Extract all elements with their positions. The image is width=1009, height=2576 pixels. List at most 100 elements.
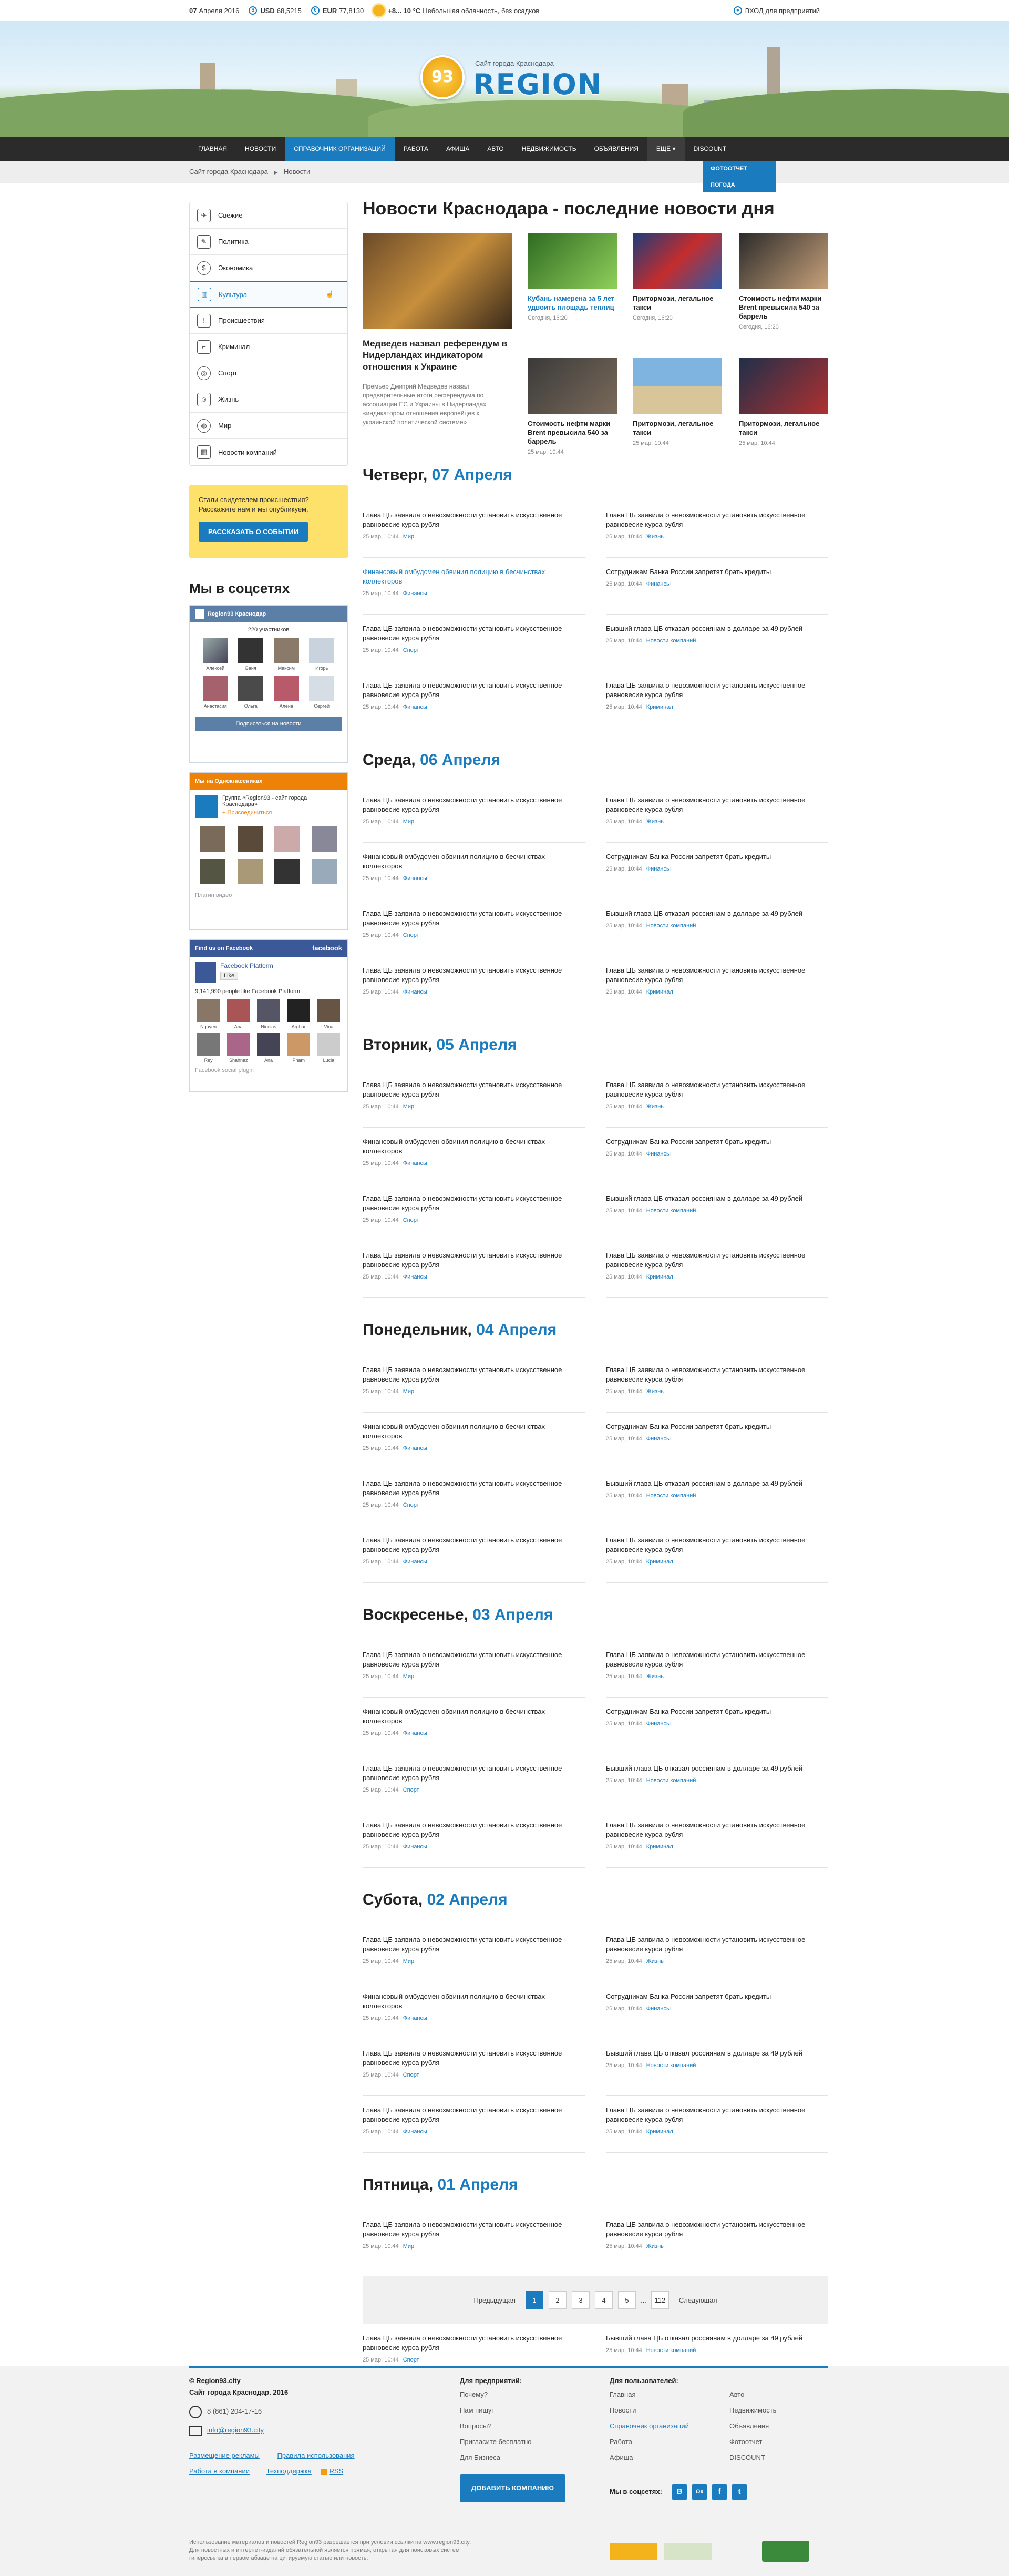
footer-user-link[interactable]: Главная — [610, 2387, 730, 2403]
pager-page-last[interactable]: 112 — [651, 2291, 669, 2309]
news-category-link[interactable]: Новости компаний — [646, 1493, 696, 1499]
news-category-link[interactable]: Спорт — [403, 1217, 419, 1223]
rubric-company-news[interactable]: ▦ Новости компаний — [190, 439, 347, 465]
news-title[interactable]: Глава ЦБ заявила о невозможности установ… — [606, 1251, 828, 1270]
vk-member[interactable]: Алексей — [200, 638, 231, 671]
rubric-culture[interactable]: ▥ Культура ☝ — [190, 281, 347, 308]
twitter-icon[interactable]: t — [731, 2484, 747, 2500]
rubric-crime[interactable]: ⌐ Криминал — [190, 334, 347, 360]
news-title[interactable]: Глава ЦБ заявила о невозможности установ… — [606, 1935, 828, 1954]
news-item[interactable]: Сотрудникам Банка России запретят брать … — [606, 843, 828, 899]
news-category-link[interactable]: Криминал — [646, 989, 673, 995]
ok-member[interactable] — [234, 859, 266, 886]
vk-subscribe-button[interactable]: Подписаться на новости — [195, 717, 342, 731]
dropdown-weather[interactable]: ПОГОДА — [703, 177, 776, 192]
news-title[interactable]: Сотрудникам Банка России запретят брать … — [606, 1992, 828, 2001]
news-category-link[interactable]: Мир — [403, 819, 414, 825]
news-title[interactable]: Сотрудникам Банка России запретят брать … — [606, 1422, 828, 1432]
news-item[interactable]: Финансовый омбудсмен обвинил полицию в б… — [363, 1128, 585, 1184]
news-title[interactable]: Бывший глава ЦБ отказал россиянам в долл… — [606, 909, 828, 918]
news-title[interactable]: Бывший глава ЦБ отказал россиянам в долл… — [606, 1194, 828, 1203]
news-item[interactable]: Финансовый омбудсмен обвинил полицию в б… — [363, 1413, 585, 1469]
news-item[interactable]: Глава ЦБ заявила о невозможности установ… — [363, 671, 585, 728]
news-category-link[interactable]: Новости компаний — [646, 638, 696, 644]
news-title[interactable]: Финансовый омбудсмен обвинил полицию в б… — [363, 1137, 585, 1156]
news-item[interactable]: Глава ЦБ заявила о невозможности установ… — [606, 1526, 828, 1583]
vk-member[interactable]: Сергей — [307, 676, 337, 709]
news-category-link[interactable]: Финансы — [403, 875, 427, 882]
news-category-link[interactable]: Криминал — [646, 2129, 673, 2135]
ok-member[interactable] — [271, 859, 303, 886]
footer-biz-link[interactable]: Вопросы? — [460, 2418, 586, 2434]
news-category-link[interactable]: Финансы — [403, 2129, 427, 2135]
news-title[interactable]: Глава ЦБ заявила о невозможности установ… — [606, 795, 828, 814]
nav-auto[interactable]: АВТО — [478, 137, 512, 161]
news-item[interactable]: Глава ЦБ заявила о невозможности установ… — [363, 1356, 585, 1413]
rubric-politics[interactable]: ✎ Политика — [190, 229, 347, 255]
news-category-link[interactable]: Мир — [403, 2243, 414, 2250]
news-category-link[interactable]: Криминал — [646, 1274, 673, 1280]
fb-fan[interactable]: Rey — [195, 1033, 222, 1063]
ok-member[interactable] — [308, 826, 341, 854]
featured-small-article[interactable]: Кубань намерена за 5 лет удвоить площадь… — [528, 233, 617, 321]
news-category-link[interactable]: Мир — [403, 534, 414, 540]
news-title[interactable]: Глава ЦБ заявила о невозможности установ… — [363, 795, 585, 814]
news-title[interactable]: Глава ЦБ заявила о невозможности установ… — [363, 510, 585, 529]
news-title[interactable]: Глава ЦБ заявила о невозможности установ… — [363, 1821, 585, 1839]
news-category-link[interactable]: Жизнь — [646, 2243, 664, 2250]
news-title[interactable]: Сотрудникам Банка России запретят брать … — [606, 1707, 828, 1716]
nav-ads[interactable]: ОБЪЯВЛЕНИЯ — [585, 137, 647, 161]
featured-main-article[interactable]: Медведев назвал референдум в Нидерландах… — [363, 233, 512, 427]
news-title[interactable]: Глава ЦБ заявила о невозможности установ… — [363, 1251, 585, 1270]
news-category-link[interactable]: Мир — [403, 1958, 414, 1965]
news-title[interactable]: Бывший глава ЦБ отказал россиянам в долл… — [606, 2049, 828, 2058]
fb-like-button[interactable]: Like — [220, 972, 239, 980]
news-category-link[interactable]: Жизнь — [646, 1388, 664, 1395]
news-category-link[interactable]: Новости компаний — [646, 1208, 696, 1214]
rubric-incidents[interactable]: ! Происшествия — [190, 308, 347, 334]
news-item[interactable]: Сотрудникам Банка России запретят брать … — [606, 1982, 828, 2039]
news-item[interactable]: Сотрудникам Банка России запретят брать … — [606, 1698, 828, 1754]
news-title[interactable]: Глава ЦБ заявила о невозможности установ… — [363, 2049, 585, 2068]
news-item[interactable]: Бывший глава ЦБ отказал россиянам в долл… — [606, 1754, 828, 1811]
footer-link-jobs[interactable]: Работа в компании — [189, 2467, 250, 2475]
news-category-link[interactable]: Спорт — [403, 2072, 419, 2078]
footer-user-link[interactable]: Справочник организаций — [610, 2418, 730, 2434]
news-category-link[interactable]: Финансы — [403, 1844, 427, 1850]
news-category-link[interactable]: Финансы — [646, 866, 671, 872]
news-category-link[interactable]: Криминал — [646, 1844, 673, 1850]
footer-user-link[interactable]: Объявления — [729, 2418, 824, 2434]
nav-events[interactable]: АФИША — [437, 137, 478, 161]
news-title[interactable]: Бывший глава ЦБ отказал россиянам в долл… — [606, 2334, 828, 2343]
news-title[interactable]: Глава ЦБ заявила о невозможности установ… — [606, 1650, 828, 1669]
news-title[interactable]: Глава ЦБ заявила о невозможности установ… — [363, 1536, 585, 1555]
footer-link-support[interactable]: Техподдержка — [266, 2467, 312, 2475]
news-item[interactable]: Глава ЦБ заявила о невозможности установ… — [606, 1641, 828, 1698]
news-item[interactable]: Глава ЦБ заявила о невозможности установ… — [363, 1071, 585, 1128]
featured-small-article[interactable]: Притормози, легальное такси Сегодня, 16:2… — [633, 233, 722, 321]
news-item[interactable]: Глава ЦБ заявила о невозможности установ… — [363, 899, 585, 956]
news-category-link[interactable]: Спорт — [403, 1502, 419, 1508]
pager-page[interactable]: 2 — [548, 2291, 567, 2309]
news-title[interactable]: Глава ЦБ заявила о невозможности установ… — [363, 2334, 585, 2353]
news-item[interactable]: Финансовый омбудсмен обвинил полицию в б… — [363, 558, 585, 615]
news-category-link[interactable]: Спорт — [403, 932, 419, 938]
news-category-link[interactable]: Финансы — [403, 1274, 427, 1280]
news-title[interactable]: Глава ЦБ заявила о невозможности установ… — [363, 624, 585, 643]
featured-small-article[interactable]: Притормози, легальное такси 25 мар, 10:44 — [739, 358, 828, 446]
featured-small-article[interactable]: Стоимость нефти марки Brent превысила 54… — [528, 358, 617, 455]
news-title[interactable]: Глава ЦБ заявила о невозможности установ… — [363, 909, 585, 928]
news-title[interactable]: Глава ЦБ заявила о невозможности установ… — [363, 2220, 585, 2239]
featured-small-article[interactable]: Притормози, легальное такси 25 мар, 10:44 — [633, 358, 722, 446]
footer-biz-link[interactable]: Нам пишут — [460, 2403, 586, 2418]
news-item[interactable]: Глава ЦБ заявила о невозможности установ… — [606, 1811, 828, 1868]
news-title[interactable]: Глава ЦБ заявила о невозможности установ… — [606, 966, 828, 985]
fb-fan[interactable]: Nguyen — [195, 999, 222, 1029]
ok-join-link[interactable]: + Присоединиться — [222, 810, 342, 816]
news-title[interactable]: Глава ЦБ заявила о невозможности установ… — [606, 1080, 828, 1099]
news-title[interactable]: Глава ЦБ заявила о невозможности установ… — [363, 966, 585, 985]
news-category-link[interactable]: Финансы — [646, 2006, 671, 2012]
news-title[interactable]: Глава ЦБ заявила о невозможности установ… — [363, 1365, 585, 1384]
developer-logo[interactable] — [762, 2541, 809, 2562]
pager-page[interactable]: 4 — [594, 2291, 613, 2309]
